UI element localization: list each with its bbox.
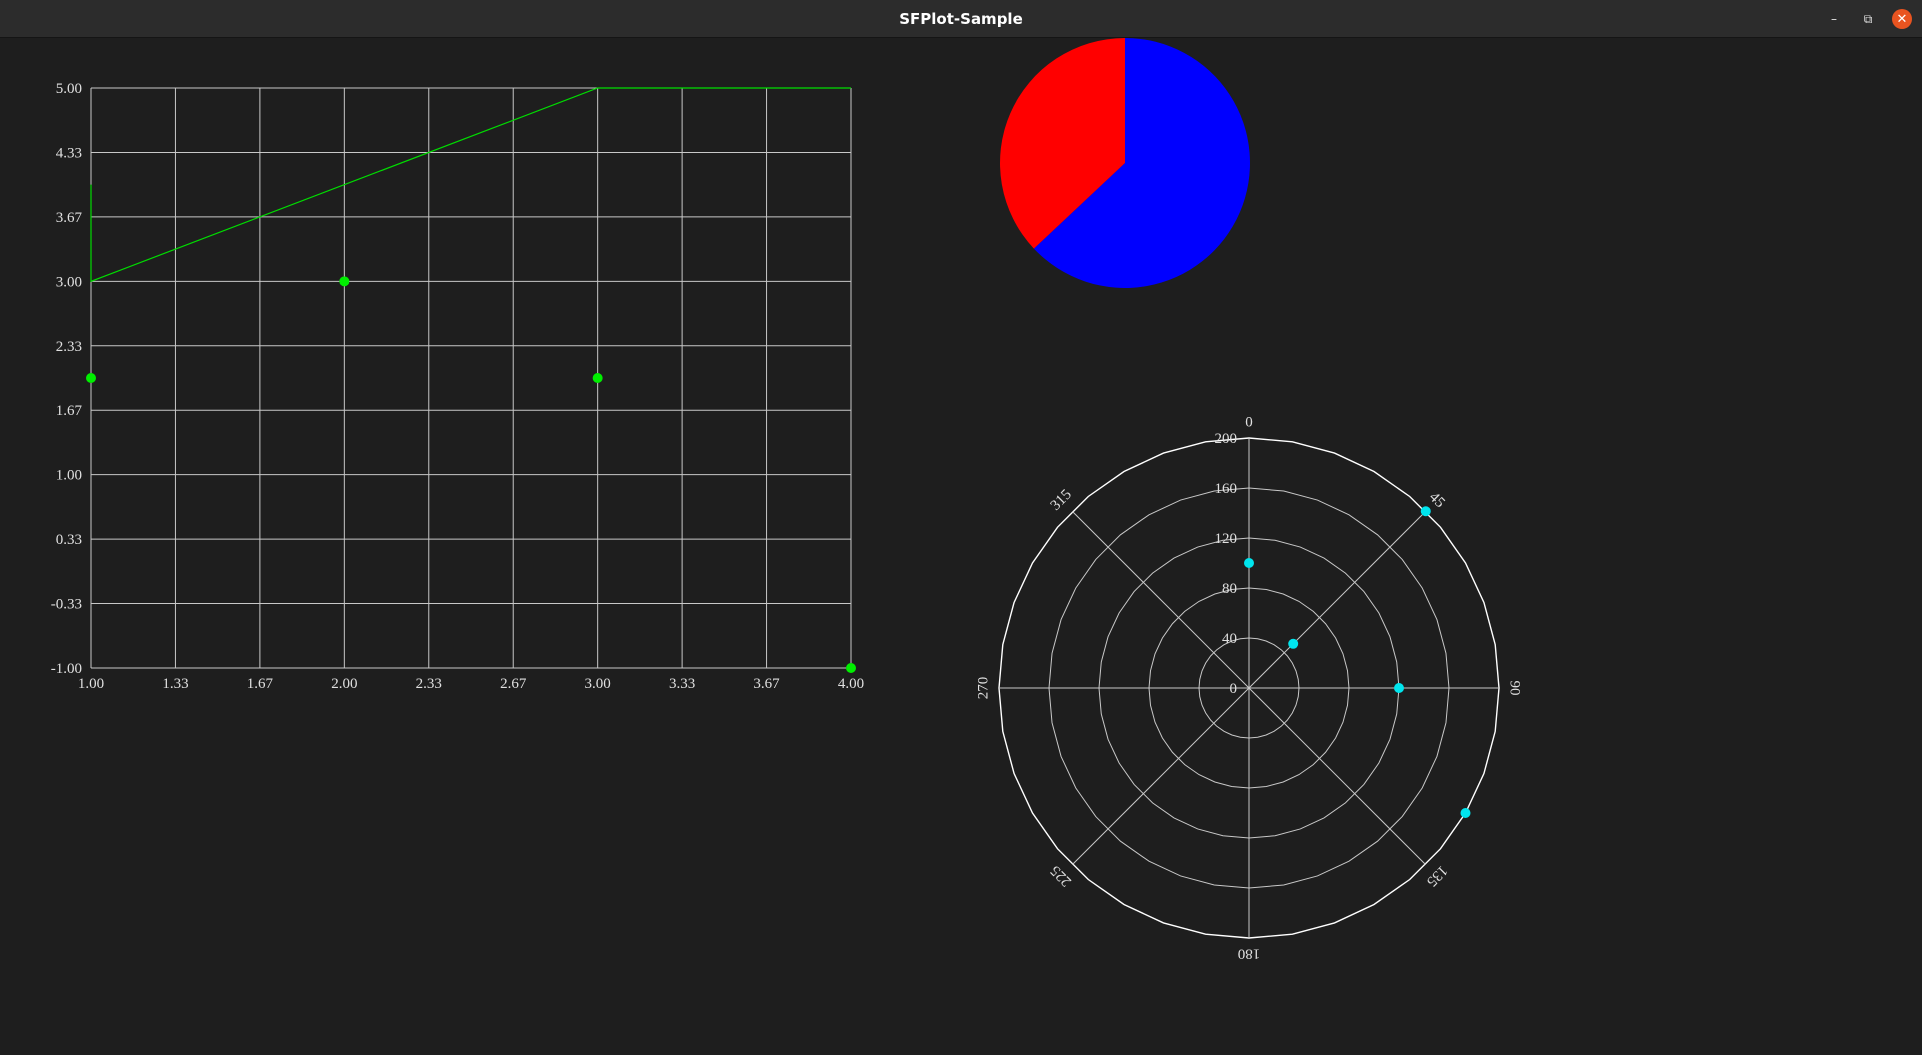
y-tick-label: -0.33 (51, 597, 82, 613)
minimize-icon[interactable]: – (1824, 9, 1844, 29)
x-tick-label: 3.33 (669, 676, 695, 692)
y-tick-label: 3.67 (56, 210, 83, 226)
angle-tick-label: 270 (975, 677, 991, 700)
x-tick-label: 1.67 (247, 676, 274, 692)
y-tick-label: 3.00 (56, 274, 82, 290)
y-tick-label: 0.33 (56, 532, 82, 548)
x-tick-label: 2.33 (416, 676, 442, 692)
maximize-icon[interactable]: ⧉ (1858, 9, 1878, 29)
radius-tick-label: 120 (1215, 531, 1238, 547)
angle-tick-label: 0 (1245, 414, 1253, 430)
plot-canvas: 1.00 1.33 1.67 2.00 2.33 2.67 3.00 3.33 3.67 4.00… (51, 38, 1523, 962)
scatter-point (846, 663, 856, 673)
radius-tick-label: 160 (1215, 481, 1238, 497)
polar-point (1288, 638, 1299, 649)
line-chart: 1.00 1.33 1.67 2.00 2.33 2.67 3.00 3.33 3.67 4.00… (51, 81, 864, 692)
radius-tick-label: 80 (1222, 581, 1237, 597)
pie-chart (1000, 38, 1250, 288)
angle-tick-label: 180 (1238, 946, 1261, 962)
y-tick-label: 1.67 (56, 403, 83, 419)
y-tick-label: -1.00 (51, 661, 82, 677)
angle-tick-label: 225 (1048, 862, 1075, 889)
x-tick-label: 3.00 (585, 676, 611, 692)
angle-tick-label: 135 (1423, 862, 1450, 889)
window-title: SFPlot-Sample (899, 10, 1023, 28)
angle-tick-label: 315 (1048, 487, 1075, 514)
y-tick-label: 2.33 (56, 339, 82, 355)
polar-spoke (1248, 510, 1427, 689)
scatter-point (339, 276, 350, 287)
angle-tick-label: 90 (1507, 681, 1523, 696)
scatter-point (86, 373, 96, 383)
polar-chart: 0459013518022527031504080120160200 (975, 414, 1522, 961)
polar-point (1394, 683, 1404, 693)
x-tick-label: 3.67 (753, 676, 780, 692)
radius-tick-label: 40 (1222, 631, 1237, 647)
y-tick-label: 4.33 (56, 145, 82, 161)
x-tick-label: 2.67 (500, 676, 527, 692)
x-tick-label: 4.00 (838, 676, 864, 692)
window-titlebar[interactable]: SFPlot-Sample – ⧉ ✕ (0, 0, 1922, 38)
polar-point (1460, 808, 1471, 818)
close-icon[interactable]: ✕ (1892, 9, 1912, 29)
polar-spoke (1071, 687, 1250, 866)
polar-point (1244, 558, 1254, 568)
x-tick-label: 1.00 (78, 676, 104, 692)
series-line (90, 87, 851, 283)
radius-tick-label: 0 (1230, 681, 1238, 697)
scatter-point (592, 373, 603, 383)
polar-spoke (1248, 687, 1427, 866)
polar-point (1420, 506, 1431, 517)
y-tick-label: 1.00 (56, 468, 82, 484)
y-tick-label: 5.00 (56, 81, 82, 97)
x-tick-label: 2.00 (331, 676, 357, 692)
x-tick-label: 1.33 (162, 676, 188, 692)
radius-tick-label: 200 (1215, 431, 1238, 447)
